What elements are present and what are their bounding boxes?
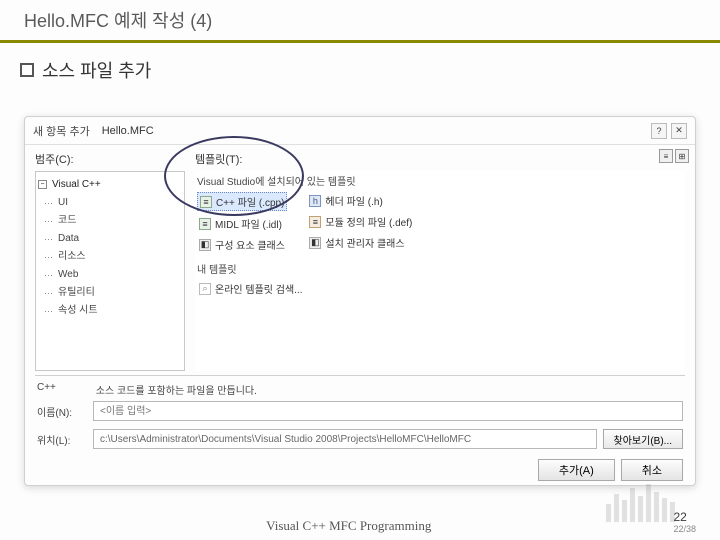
category-tree[interactable]: − Visual C++ UI 코드 Data 리소스 Web 유틸리티 속성 … [35, 171, 185, 371]
bullet-text: 소스 파일 추가 [42, 57, 151, 83]
category-label: 범주(C): [35, 151, 185, 167]
view-grid-icon[interactable]: ⊞ [675, 149, 689, 163]
page-number: 22 [673, 510, 686, 524]
def-file-icon: ≡ [309, 216, 321, 228]
add-new-item-dialog: 새 항목 추가 Hello.MFC ? ✕ ≡ ⊞ 범주(C): − Visua… [24, 116, 696, 486]
template-midl-file[interactable]: ≡ MIDL 파일 (.idl) [197, 215, 287, 232]
templates-installed-heading: Visual Studio에 설치되어 있는 템플릿 [197, 173, 683, 188]
tree-item-code[interactable]: 코드 [40, 212, 180, 230]
cpp-file-icon: ≡ [200, 196, 212, 208]
dialog-title: 새 항목 추가 [33, 123, 90, 139]
tree-item-web[interactable]: Web [40, 266, 180, 284]
slide-footer: Visual C++ MFC Programming 22 22/38 [0, 510, 720, 534]
template-label-text: MIDL 파일 (.idl) [215, 216, 282, 231]
tree-root-label: Visual C++ [52, 179, 101, 190]
footer-center-text: Visual C++ MFC Programming [24, 518, 673, 534]
template-label-text: 헤더 파일 (.h) [325, 193, 382, 208]
description-text: 소스 코드를 포함하는 파일을 만듭니다. [96, 386, 257, 397]
installer-icon: ◧ [309, 237, 321, 249]
cancel-button[interactable]: 취소 [621, 459, 683, 481]
template-column: 템플릿(T): Visual Studio에 설치되어 있는 템플릿 ≡ C++… [185, 151, 685, 373]
category-column: 범주(C): − Visual C++ UI 코드 Data 리소스 Web 유… [35, 151, 185, 373]
tree-collapse-icon[interactable]: − [38, 180, 47, 189]
template-label: 템플릿(T): [195, 151, 685, 167]
template-label-text: 온라인 템플릿 검색... [215, 281, 303, 296]
description-prefix: C++ [37, 382, 93, 393]
close-button[interactable]: ✕ [671, 123, 687, 139]
view-switch: ≡ ⊞ [659, 149, 689, 163]
dialog-titlebar[interactable]: 새 항목 추가 Hello.MFC ? ✕ [25, 117, 695, 145]
template-def-file[interactable]: ≡ 모듈 정의 파일 (.def) [307, 213, 414, 230]
tree-item-propsheet[interactable]: 속성 시트 [40, 302, 180, 320]
location-row: 위치(L): 찾아보기(B)... [25, 425, 695, 453]
template-installer-class[interactable]: ◧ 설치 관리자 클래스 [307, 234, 414, 251]
tree-item-resource[interactable]: 리소스 [40, 248, 180, 266]
bullet-line: 소스 파일 추가 [0, 43, 720, 91]
help-button[interactable]: ? [651, 123, 667, 139]
templates-my-heading: 내 템플릿 [197, 261, 683, 276]
dialog-footer: 추가(A) 취소 [25, 453, 695, 489]
template-header-file[interactable]: h 헤더 파일 (.h) [307, 192, 414, 209]
template-label-text: 설치 관리자 클래스 [325, 235, 404, 250]
template-label-text: 구성 요소 클래스 [215, 237, 285, 252]
name-label: 이름(N): [37, 404, 93, 419]
idl-file-icon: ≡ [199, 218, 211, 230]
template-label-text: 모듈 정의 파일 (.def) [325, 214, 412, 229]
slide-title: Hello.MFC 예제 작성 (4) [0, 0, 720, 40]
dialog-project-name: Hello.MFC [102, 125, 154, 137]
template-list[interactable]: Visual Studio에 설치되어 있는 템플릿 ≡ C++ 파일 (.cp… [195, 171, 685, 371]
description-row: C++ 소스 코드를 포함하는 파일을 만듭니다. [25, 376, 695, 397]
browse-button[interactable]: 찾아보기(B)... [603, 429, 683, 449]
add-button[interactable]: 추가(A) [538, 459, 615, 481]
slide-title-text: Hello.MFC 예제 작성 (4) [24, 7, 212, 33]
class-icon: ◧ [199, 239, 211, 251]
h-file-icon: h [309, 195, 321, 207]
search-icon: ⌕ [199, 283, 211, 295]
page-sub: 22/38 [673, 524, 696, 534]
location-input[interactable] [93, 429, 597, 449]
tree-item-data[interactable]: Data [40, 230, 180, 248]
template-label-text: C++ 파일 (.cpp) [216, 194, 284, 209]
template-component-class[interactable]: ◧ 구성 요소 클래스 [197, 236, 287, 253]
location-label: 위치(L): [37, 432, 93, 447]
tree-item-ui[interactable]: UI [40, 194, 180, 212]
bullet-square-icon [20, 63, 34, 77]
template-online-search[interactable]: ⌕ 온라인 템플릿 검색... [197, 280, 683, 297]
tree-root[interactable]: − Visual C++ [40, 176, 180, 194]
footer-page: 22 22/38 [673, 510, 696, 534]
dialog-body: ≡ ⊞ 범주(C): − Visual C++ UI 코드 Data 리소스 W… [25, 145, 695, 375]
view-list-icon[interactable]: ≡ [659, 149, 673, 163]
name-input[interactable] [93, 401, 683, 421]
template-cpp-file[interactable]: ≡ C++ 파일 (.cpp) [197, 192, 287, 211]
name-row: 이름(N): [25, 397, 695, 425]
tree-item-utility[interactable]: 유틸리티 [40, 284, 180, 302]
